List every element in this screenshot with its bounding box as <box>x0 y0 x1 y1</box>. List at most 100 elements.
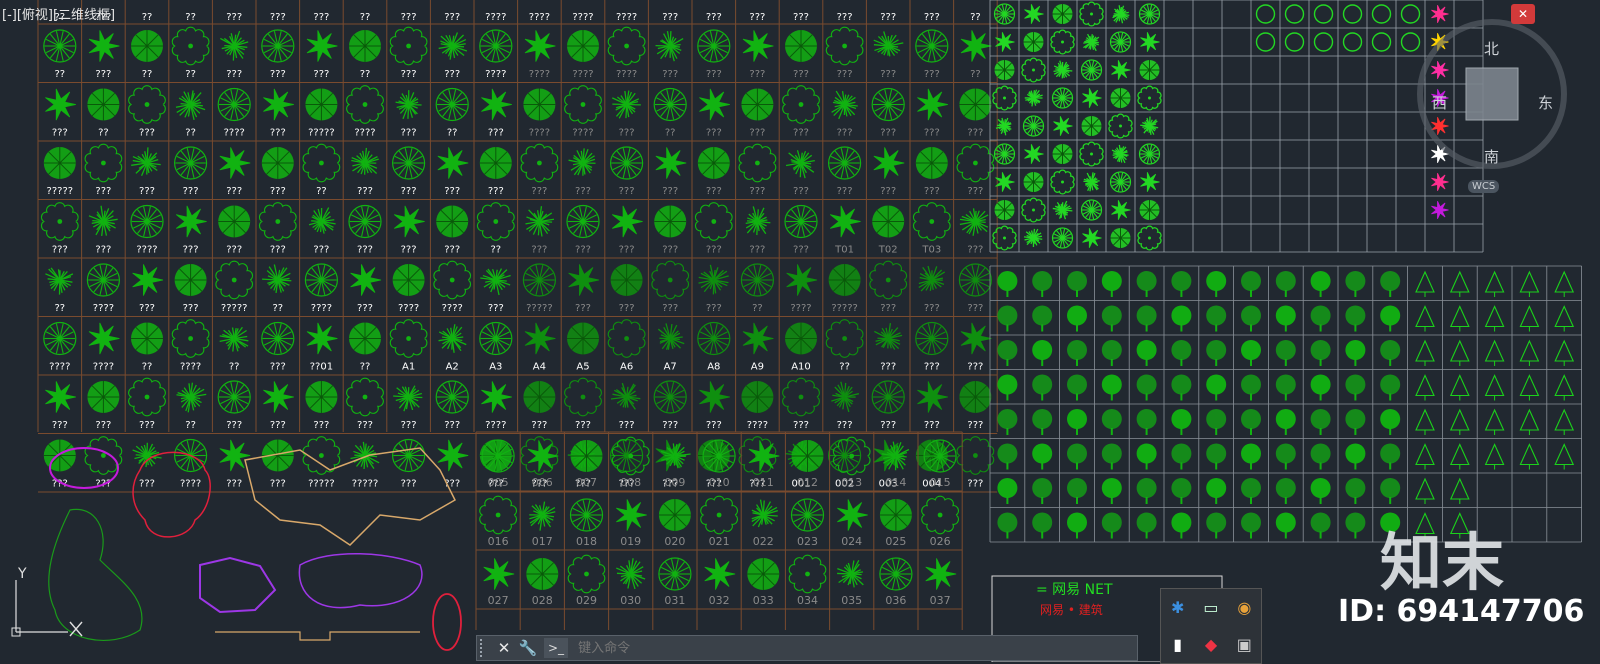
cell-label: ??? <box>444 245 460 256</box>
plant-symbol <box>438 440 468 471</box>
plant-symbol <box>616 499 646 530</box>
tree-elevation <box>1486 307 1504 332</box>
cell-label: ??? <box>967 420 983 431</box>
cell-label: ???? <box>485 12 506 23</box>
plant-symbol <box>1024 229 1042 247</box>
cell-label: ??? <box>226 69 242 80</box>
plant-symbol <box>1431 5 1448 23</box>
cell-label: ??? <box>531 245 547 256</box>
cad-drawing-canvas[interactable]: ????????????????????????????????????????… <box>0 0 1600 662</box>
settings-icon[interactable]: 🔧 <box>518 638 538 658</box>
plant-symbol <box>658 323 684 349</box>
window-icon[interactable]: ▣ <box>1228 626 1261 663</box>
tree-elevation <box>1555 410 1573 435</box>
plant-symbol <box>220 31 248 61</box>
tree-elevation <box>1520 376 1538 401</box>
cell-label: ??? <box>837 128 853 139</box>
cell-label: ??? <box>706 303 722 314</box>
cell-label: 008 <box>620 476 641 489</box>
tree-elevation <box>1206 375 1226 401</box>
plant-symbol <box>263 381 293 412</box>
cell-label: ??? <box>444 12 460 23</box>
plant-symbol <box>830 206 860 237</box>
plant-symbol <box>872 206 904 238</box>
compass-south[interactable]: 南 <box>1484 146 1499 167</box>
plant-symbol <box>436 89 468 121</box>
plant-symbol <box>568 555 605 593</box>
cell-label: ??? <box>924 12 940 23</box>
grip-handle-icon[interactable] <box>480 639 490 657</box>
tree-elevation <box>1171 513 1191 539</box>
tree-elevation <box>1067 478 1087 504</box>
tree-elevation <box>1555 341 1573 366</box>
plant-symbol <box>616 558 645 589</box>
tree-elevation <box>1555 307 1573 332</box>
app-icon[interactable]: ◉ <box>1228 589 1261 626</box>
close-command-icon[interactable]: ✕ <box>494 638 514 658</box>
cell-label: ????? <box>308 128 335 139</box>
plant-symbol <box>746 206 771 235</box>
plant-symbol <box>837 499 867 530</box>
tree-elevation <box>1171 271 1191 297</box>
command-input[interactable] <box>576 637 1137 659</box>
plant-symbol <box>262 323 294 355</box>
cell-label: 025 <box>885 535 906 548</box>
plant-symbol <box>567 206 599 238</box>
plant-symbol <box>747 558 779 590</box>
plant-symbol <box>526 558 558 590</box>
cell-label: ??? <box>139 303 155 314</box>
plant-symbol <box>701 496 738 534</box>
cell-label: ?? <box>185 69 196 80</box>
tree-elevation <box>1451 272 1469 297</box>
plant-symbol <box>1082 116 1102 136</box>
close-icon[interactable]: ✕ <box>1511 4 1535 24</box>
plant-symbol <box>699 381 729 412</box>
plant-symbol <box>1025 144 1044 163</box>
compass-west[interactable]: 西 <box>1432 92 1447 113</box>
network-icon[interactable]: ▭ <box>1194 589 1227 626</box>
bluetooth-icon[interactable]: ✱ <box>1161 589 1194 626</box>
viewport-label[interactable]: [-][俯视][二维线框] <box>2 4 115 23</box>
security-icon[interactable]: ◆ <box>1194 626 1227 663</box>
plant-symbol <box>349 323 381 355</box>
cell-label: ??? <box>401 245 417 256</box>
bookmark-icon[interactable]: ▮ <box>1161 626 1194 663</box>
plant-symbol <box>783 378 820 416</box>
plant-symbol <box>1257 5 1275 23</box>
plant-symbol <box>739 144 776 182</box>
cell-label: ??? <box>706 420 722 431</box>
ucs-x-icon <box>70 622 82 636</box>
compass-north[interactable]: 北 <box>1484 38 1499 59</box>
tree-elevation <box>1241 271 1261 297</box>
tree-elevation <box>997 306 1017 332</box>
wcs-menu-button[interactable]: WCS <box>1468 180 1499 193</box>
plant-symbol <box>752 500 778 527</box>
ucs-y-label: Y <box>17 566 27 582</box>
cell-label: ?? <box>142 362 153 373</box>
tree-elevation <box>1311 306 1331 332</box>
plant-symbol <box>829 264 861 296</box>
plant-symbol <box>611 383 640 409</box>
cell-label: ??? <box>401 479 417 490</box>
cell-label: 021 <box>709 535 730 548</box>
tree-elevation <box>997 271 1017 297</box>
tree-elevation <box>1416 376 1434 401</box>
cell-label: ???? <box>398 303 419 314</box>
tree-elevation <box>1137 409 1157 435</box>
cell-label: 009 <box>664 476 685 489</box>
tree-elevation <box>1345 513 1365 539</box>
cell-label: ??? <box>837 186 853 197</box>
compass-east[interactable]: 东 <box>1538 92 1553 113</box>
plant-symbol <box>218 89 250 121</box>
plant-symbol <box>1344 33 1362 51</box>
plant-symbol <box>1138 226 1161 250</box>
tree-elevation <box>1206 271 1226 297</box>
cell-label: ??? <box>662 420 678 431</box>
plant-symbol <box>961 323 991 354</box>
cell-label: ?? <box>142 69 153 80</box>
command-prompt-icon[interactable]: >_ <box>544 638 568 658</box>
plant-symbol <box>523 89 555 121</box>
cell-label: ?? <box>54 303 65 314</box>
cell-label: ??? <box>706 245 722 256</box>
cell-label: ??? <box>619 186 635 197</box>
